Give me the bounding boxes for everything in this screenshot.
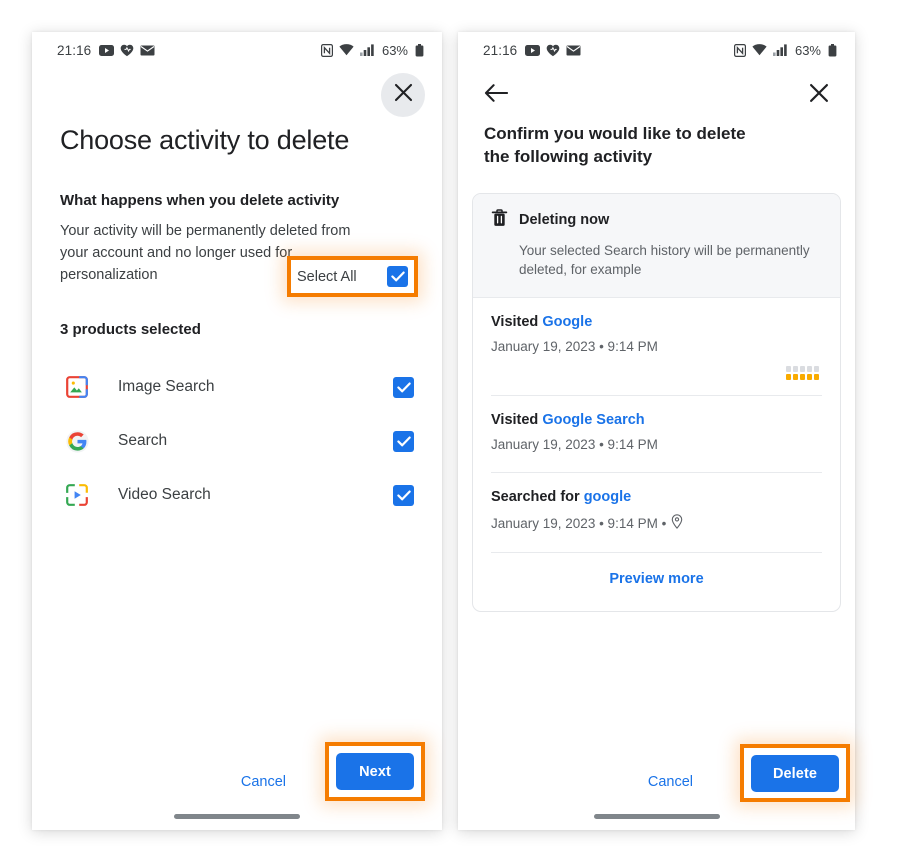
activity-timestamp: January 19, 2023 • 9:14 PM • — [491, 515, 667, 531]
product-list: Image Search Search Video Search — [32, 360, 442, 522]
video-search-icon — [64, 482, 90, 508]
preview-more-link[interactable]: Preview more — [609, 571, 703, 587]
wifi-icon — [339, 44, 354, 56]
selected-count-label: 3 products selected — [60, 320, 201, 338]
activity-target-link[interactable]: google — [584, 489, 632, 505]
section-heading: What happens when you delete activity — [60, 192, 340, 209]
status-bar-left-group: 21:16 — [57, 43, 155, 58]
product-label: Image Search — [118, 378, 215, 396]
close-icon — [394, 83, 413, 107]
product-row-image-search[interactable]: Image Search — [32, 360, 442, 414]
activity-target-link[interactable]: Google — [542, 314, 592, 330]
health-heart-icon — [120, 44, 134, 57]
product-row-video-search[interactable]: Video Search — [32, 468, 442, 522]
status-bar-right: 21:16 63% — [458, 32, 855, 62]
star-rating-icon — [786, 366, 819, 381]
trash-icon — [491, 209, 508, 231]
activity-item[interactable]: Searched for google January 19, 2023 • 9… — [473, 473, 840, 552]
select-all-checkbox[interactable] — [387, 266, 408, 287]
card-header-title: Deleting now — [519, 211, 610, 228]
location-pin-icon — [671, 514, 683, 532]
activity-item[interactable]: Visited Google January 19, 2023 • 9:14 P… — [473, 298, 840, 395]
product-checkbox-video-search[interactable] — [393, 484, 414, 506]
confirm-page-title: Confirm you would like to delete the fol… — [484, 124, 746, 167]
screenshot-stage: 21:16 63% Choose activity to delete What… — [0, 0, 900, 862]
nfc-icon — [733, 43, 746, 57]
status-bar-clock: 21:16 — [57, 42, 92, 58]
phone-screen-confirm-delete: 21:16 63% Confirm you would like to dele… — [458, 32, 855, 830]
star-rating-widget[interactable] — [491, 366, 822, 383]
activity-target-link[interactable]: Google Search — [542, 412, 644, 428]
close-button-left[interactable] — [381, 73, 425, 117]
product-checkbox-image-search[interactable] — [393, 376, 414, 398]
product-row-search[interactable]: Search — [32, 414, 442, 468]
activity-title: Visited Google Search — [491, 412, 822, 428]
battery-percent-label: 63% — [381, 42, 408, 58]
battery-percent-label: 63% — [794, 42, 821, 58]
battery-icon — [415, 43, 424, 57]
activity-item[interactable]: Visited Google Search January 19, 2023 •… — [473, 396, 840, 472]
activity-meta: January 19, 2023 • 9:14 PM — [491, 339, 822, 354]
activity-meta: January 19, 2023 • 9:14 PM • — [491, 514, 822, 532]
status-bar-left-group: 21:16 — [483, 43, 581, 58]
status-bar-clock: 21:16 — [483, 42, 518, 58]
activity-title: Searched for google — [491, 489, 822, 505]
health-heart-icon — [546, 44, 560, 57]
image-search-icon — [64, 374, 90, 400]
nfc-icon — [320, 43, 333, 57]
close-button-right[interactable] — [809, 83, 829, 103]
status-bar-right-group: 63% — [320, 42, 424, 58]
product-label: Search — [118, 432, 168, 450]
activity-action: Visited — [491, 314, 539, 331]
select-all-control[interactable]: Select All — [297, 263, 408, 290]
activity-meta: January 19, 2023 • 9:14 PM — [491, 437, 822, 452]
cellular-signal-icon — [359, 44, 374, 56]
card-header-subtitle: Your selected Search history will be per… — [519, 242, 810, 278]
youtube-icon — [99, 44, 115, 56]
product-checkbox-search[interactable] — [393, 430, 414, 452]
youtube-icon — [525, 44, 541, 56]
cellular-signal-icon — [772, 44, 787, 56]
cancel-button-right[interactable]: Cancel — [644, 768, 697, 796]
status-bar-left: 21:16 63% — [32, 32, 442, 62]
mail-icon — [566, 45, 581, 56]
next-button[interactable]: Next — [336, 753, 414, 790]
back-arrow-icon[interactable] — [484, 83, 508, 103]
activity-preview-card: Deleting now Your selected Search histor… — [472, 192, 841, 613]
preview-more-row: Preview more — [473, 553, 840, 611]
activity-action: Visited — [491, 412, 539, 429]
selection-summary-row: 3 products selected — [32, 316, 442, 342]
status-bar-right-group: 63% — [733, 42, 837, 58]
page-title: Choose activity to delete — [60, 125, 350, 155]
card-header-title-row: Deleting now — [491, 209, 822, 231]
google-g-icon — [64, 428, 90, 454]
home-indicator-right — [593, 814, 720, 819]
select-all-label: Select All — [297, 268, 357, 285]
top-navigation-bar — [458, 62, 855, 106]
activity-timestamp: January 19, 2023 • 9:14 PM — [491, 437, 658, 453]
home-indicator-left — [174, 814, 300, 819]
phone-screen-choose-activity: 21:16 63% Choose activity to delete What… — [32, 32, 442, 830]
product-label: Video Search — [118, 486, 211, 504]
battery-icon — [828, 43, 837, 57]
activity-title: Visited Google — [491, 314, 822, 330]
mail-icon — [140, 45, 155, 56]
activity-timestamp: January 19, 2023 • 9:14 PM — [491, 339, 658, 355]
delete-button[interactable]: Delete — [751, 755, 839, 792]
cancel-button-left[interactable]: Cancel — [237, 768, 290, 796]
wifi-icon — [752, 44, 767, 56]
activity-action: Searched for — [491, 489, 580, 506]
card-header: Deleting now Your selected Search histor… — [473, 193, 840, 299]
